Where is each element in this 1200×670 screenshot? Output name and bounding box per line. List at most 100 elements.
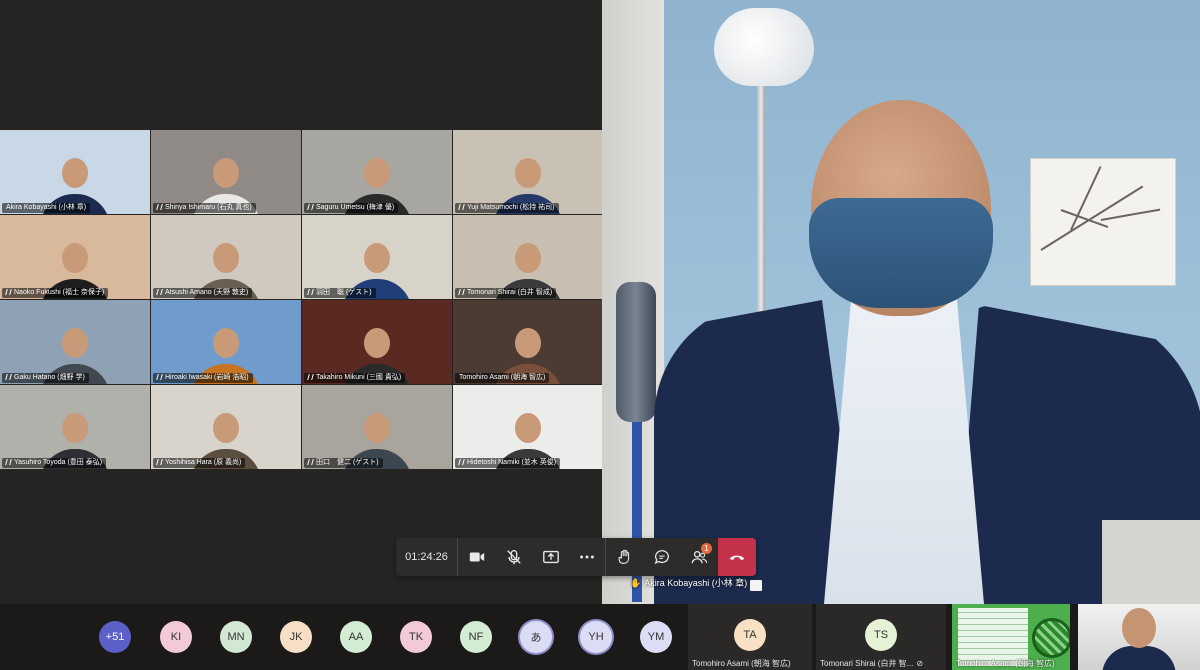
participant-name: Gaku Hatano (畑野 学) (14, 374, 85, 381)
call-controls-bar: 01:24:26 1 (396, 538, 756, 576)
participant-tile[interactable]: Yuji Matsumochi (松持 祐司) (453, 130, 603, 214)
pin-icon (156, 374, 163, 380)
participant-name-label: Yuji Matsumochi (松持 祐司) (455, 203, 559, 213)
participant-name: Hiroaki Iwasaki (岩崎 浩昭) (165, 374, 249, 381)
self-video-thumbnail[interactable] (1078, 604, 1200, 670)
participant-tile[interactable]: Shinya Ishimaru (石丸 真也) (151, 130, 301, 214)
participant-name: Yuji Matsumochi (松持 祐司) (467, 204, 555, 211)
roster-avatar[interactable]: NF (460, 621, 492, 653)
participant-tile[interactable]: Takahiro Mikuni (三國 貴弘) (302, 300, 452, 384)
participant-tile[interactable]: 田口 健二 (ゲスト) (302, 385, 452, 469)
gallery-stage: Akira Kobayashi (小林 章) Shinya Ishimaru (石… (0, 0, 603, 604)
chat-button[interactable] (643, 538, 680, 576)
hand-icon (617, 549, 629, 564)
pin-icon (156, 459, 163, 465)
participant-name: Shinya Ishimaru (石丸 真也) (165, 204, 252, 211)
participant-name: Tomonari Shirai (白井 智成) (467, 289, 553, 296)
pin-icon (307, 459, 314, 465)
more-dots-icon (580, 555, 594, 559)
participant-name-label: Yasuhiro Toyoda (豊田 泰弘) (2, 458, 107, 468)
mic-off-icon (506, 550, 521, 565)
roster-tile-tomohiro-asami[interactable]: TA Tomohiro Asami (朝海 智広) (688, 604, 812, 670)
participant-tile[interactable]: Saguru Umetsu (梅津 優) (302, 130, 452, 214)
participant-name-label: Tomonari Shirai (白井 智成) (455, 288, 557, 298)
screen-share-thumbnail[interactable]: Tomohiro Asami (朝海 智広) (952, 604, 1070, 670)
roster-tile-name: Tomonari Shirai (白井 智... (820, 659, 914, 668)
face-mask (809, 198, 993, 308)
roster-tile-name-row: Tomonari Shirai (白井 智... ⊘ (820, 658, 942, 669)
participants-button[interactable]: 1 (680, 538, 717, 576)
participant-name: Saguru Umetsu (梅津 優) (316, 204, 395, 211)
participant-name: Atsushi Amano (天野 敦史) (165, 289, 249, 296)
teams-meeting-window: Akira Kobayashi (小林 章) Shinya Ishimaru (石… (0, 0, 1200, 670)
pin-icon (5, 374, 12, 380)
roster-avatar[interactable]: AA (340, 621, 372, 653)
floor-lamp-shade (714, 8, 814, 86)
participant-grid: Akira Kobayashi (小林 章) Shinya Ishimaru (石… (0, 130, 603, 470)
participant-name: 羽田 聡 (ゲスト) (316, 289, 372, 296)
participant-roster-bar: +51 KI MN JK AA TK NF あ YH YM TA Tomohiro Asami … (0, 604, 1200, 670)
participant-name: Yoshihisa Hara (原 義尚) (165, 459, 242, 466)
roster-avatar[interactable]: YH (580, 621, 612, 653)
participant-tile[interactable]: Yasuhiro Toyoda (豊田 泰弘) (0, 385, 150, 469)
participant-tile[interactable]: Yoshihisa Hara (原 義尚) (151, 385, 301, 469)
participant-tile[interactable]: Atsushi Amano (天野 敦史) (151, 215, 301, 299)
participant-tile[interactable]: Tomonari Shirai (白井 智成) (453, 215, 603, 299)
participant-name-label: Tomohiro Asami (朝海 智広) (455, 373, 550, 383)
roster-tile-tomonari-shirai[interactable]: TS Tomonari Shirai (白井 智... ⊘ (816, 604, 946, 670)
couch (1102, 520, 1200, 604)
share-screen-button[interactable] (532, 538, 569, 576)
active-speaker-name: Akira Kobayashi (小林 章) (644, 578, 748, 588)
pin-icon (458, 289, 465, 295)
roster-tile-name: Tomohiro Asami (朝海 智広) (692, 659, 791, 668)
roster-avatar[interactable]: TK (400, 621, 432, 653)
participant-name-label: Saguru Umetsu (梅津 優) (304, 203, 399, 213)
participant-name-label: Hidetoshi Namiki (並木 英俊) (455, 458, 561, 468)
pin-icon (5, 459, 12, 465)
mic-button[interactable] (495, 538, 532, 576)
roster-avatar[interactable]: MN (220, 621, 252, 653)
pin-icon (307, 374, 314, 380)
participant-name-label: Naoko Fukushi (福士 奈保子) (2, 288, 109, 298)
share-tray-icon (542, 550, 559, 564)
pin-icon (5, 289, 12, 295)
pin-icon (307, 204, 314, 210)
participant-name-label: Akira Kobayashi (小林 章) (2, 203, 91, 213)
participant-name-label: Hiroaki Iwasaki (岩崎 浩昭) (153, 373, 253, 383)
pin-icon (156, 289, 163, 295)
overflow-participants-button[interactable]: +51 (99, 621, 131, 653)
chat-bubble-icon (654, 550, 669, 564)
participant-tile[interactable]: Tomohiro Asami (朝海 智広) (453, 300, 603, 384)
participant-tile[interactable]: Akira Kobayashi (小林 章) (0, 130, 150, 214)
more-actions-button[interactable] (569, 538, 606, 576)
camera-button[interactable] (458, 538, 495, 576)
participant-name-label: Atsushi Amano (天野 敦史) (153, 288, 253, 298)
avatar: TA (734, 619, 766, 651)
participant-tile[interactable]: Gaku Hatano (畑野 学) (0, 300, 150, 384)
call-timer: 01:24:26 (396, 538, 458, 576)
participant-tile[interactable]: Naoko Fukushi (福士 奈保子) (0, 215, 150, 299)
participant-name: Hidetoshi Namiki (並木 英俊) (467, 459, 557, 466)
roster-avatar[interactable]: YM (640, 621, 672, 653)
participant-tile[interactable]: Hidetoshi Namiki (並木 英俊) (453, 385, 603, 469)
video-camera-icon (469, 552, 484, 562)
participant-name: Tomohiro Asami (朝海 智広) (459, 374, 546, 381)
roster-avatar[interactable]: JK (280, 621, 312, 653)
participant-tile[interactable]: 羽田 聡 (ゲスト) (302, 215, 452, 299)
roster-avatar[interactable]: KI (160, 621, 192, 653)
active-speaker-video[interactable] (602, 0, 1200, 604)
hang-up-button[interactable] (718, 538, 756, 576)
raise-hand-button[interactable] (606, 538, 643, 576)
participant-name-label: Yoshihisa Hara (原 義尚) (153, 458, 246, 468)
raised-hand-icon: ✋ (630, 578, 642, 588)
phone-hangup-icon (729, 555, 745, 561)
participant-name: Naoko Fukushi (福士 奈保子) (14, 289, 105, 296)
participant-tile[interactable]: Hiroaki Iwasaki (岩崎 浩昭) (151, 300, 301, 384)
participant-name: 田口 健二 (ゲスト) (316, 459, 379, 466)
avatar: TS (865, 619, 897, 651)
pin-icon (458, 204, 465, 210)
pin-icon (307, 289, 314, 295)
roster-avatar[interactable]: あ (520, 621, 552, 653)
participant-name-label: Shinya Ishimaru (石丸 真也) (153, 203, 256, 213)
participant-name-label: Gaku Hatano (畑野 学) (2, 373, 89, 383)
